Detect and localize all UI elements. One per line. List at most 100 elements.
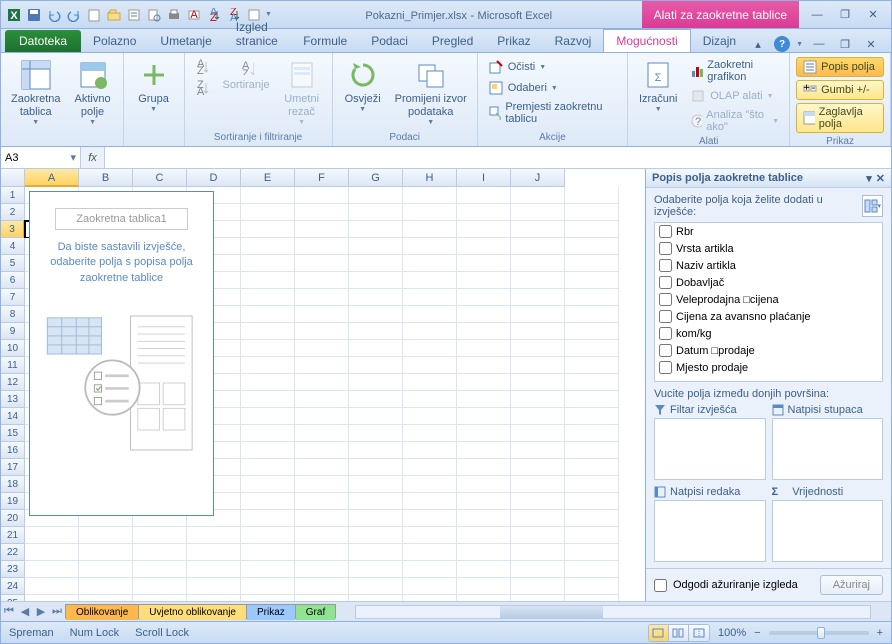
cell[interactable] (295, 425, 349, 442)
cell[interactable] (457, 544, 511, 561)
cell[interactable] (403, 272, 457, 289)
cell[interactable] (349, 561, 403, 578)
cell[interactable] (457, 187, 511, 204)
cell[interactable] (457, 255, 511, 272)
cell[interactable] (457, 204, 511, 221)
cell[interactable] (241, 544, 295, 561)
cell[interactable] (187, 578, 241, 595)
cell[interactable] (565, 510, 619, 527)
cell[interactable] (457, 425, 511, 442)
undo-icon[interactable] (45, 6, 63, 24)
cell[interactable] (295, 255, 349, 272)
cell[interactable] (565, 391, 619, 408)
move-pivot-button[interactable]: Premjesti zaokretnu tablicu (484, 99, 621, 127)
cell[interactable] (241, 255, 295, 272)
cell[interactable] (457, 221, 511, 238)
row-header[interactable]: 10 (1, 340, 25, 357)
cell[interactable] (565, 204, 619, 221)
field-item[interactable]: Mjesto prodaje (655, 359, 882, 376)
fx-icon[interactable]: fx (81, 147, 105, 168)
cell[interactable] (295, 238, 349, 255)
cell[interactable] (349, 459, 403, 476)
sort-asc-icon[interactable]: AZ (205, 6, 223, 24)
print-icon[interactable] (165, 6, 183, 24)
sheet-nav-prev[interactable]: ◀ (17, 604, 33, 620)
cell[interactable] (295, 221, 349, 238)
cell[interactable] (349, 323, 403, 340)
cell[interactable] (403, 561, 457, 578)
cell[interactable] (349, 442, 403, 459)
cell[interactable] (241, 391, 295, 408)
cell[interactable] (295, 357, 349, 374)
cell[interactable] (511, 561, 565, 578)
sort-button[interactable]: AZ Sortiranje (219, 57, 274, 93)
sheet-tab[interactable]: Prikaz (246, 604, 296, 620)
cell[interactable] (241, 340, 295, 357)
row-labels-zone[interactable] (654, 500, 766, 562)
page-break-view-button[interactable] (689, 625, 709, 641)
cell[interactable] (133, 578, 187, 595)
cell[interactable] (565, 221, 619, 238)
insert-slicer-button[interactable]: Umetni rezač▼ (278, 57, 326, 128)
cell[interactable] (241, 578, 295, 595)
col-header[interactable]: A (25, 169, 79, 187)
sheet-nav-first[interactable]: ⏮ (1, 604, 17, 620)
tab-dizajn[interactable]: Dizajn (691, 30, 748, 52)
row-header[interactable]: 3 (1, 221, 25, 238)
cell[interactable] (295, 561, 349, 578)
cell[interactable] (457, 510, 511, 527)
help-dropdown-icon[interactable]: ▼ (796, 41, 803, 48)
cell[interactable] (241, 561, 295, 578)
refresh-button[interactable]: Osvježi▼ (339, 57, 387, 115)
cell[interactable] (133, 527, 187, 544)
olap-tools-button[interactable]: OLAP alati ▼ (686, 86, 783, 106)
cell[interactable] (403, 544, 457, 561)
cell[interactable] (241, 323, 295, 340)
cell[interactable] (79, 527, 133, 544)
tab-umetanje[interactable]: Umetanje (148, 30, 223, 52)
cell[interactable] (241, 204, 295, 221)
change-source-button[interactable]: Promijeni izvor podataka▼ (391, 57, 471, 128)
cell[interactable] (241, 442, 295, 459)
cell[interactable] (457, 272, 511, 289)
cell[interactable] (565, 527, 619, 544)
zoom-slider[interactable] (769, 631, 869, 635)
field-checkbox[interactable] (659, 344, 672, 357)
cell[interactable] (349, 221, 403, 238)
buttons-toggle[interactable]: +-Gumbi +/- (796, 80, 884, 100)
qat-btn-1[interactable] (125, 6, 143, 24)
cell[interactable] (457, 561, 511, 578)
cell[interactable] (457, 391, 511, 408)
row-header[interactable]: 20 (1, 510, 25, 527)
zoom-out-button[interactable]: − (754, 627, 760, 639)
page-layout-view-button[interactable] (669, 625, 689, 641)
field-checkbox[interactable] (659, 242, 672, 255)
cell[interactable] (295, 374, 349, 391)
zoom-level[interactable]: 100% (718, 627, 746, 639)
col-header[interactable]: F (295, 169, 349, 187)
restore-button[interactable]: ❐ (835, 7, 855, 23)
cell[interactable] (511, 459, 565, 476)
cell[interactable] (403, 374, 457, 391)
row-header[interactable]: 23 (1, 561, 25, 578)
cell[interactable] (457, 289, 511, 306)
normal-view-button[interactable] (649, 625, 669, 641)
defer-update-checkbox[interactable] (654, 579, 667, 592)
column-labels-zone[interactable] (772, 418, 884, 480)
cell[interactable] (79, 578, 133, 595)
row-header[interactable]: 6 (1, 272, 25, 289)
field-checkbox[interactable] (659, 293, 672, 306)
field-checkbox[interactable] (659, 259, 672, 272)
workbook-close-icon[interactable]: ✕ (861, 36, 881, 52)
row-header[interactable]: 16 (1, 442, 25, 459)
row-header[interactable]: 19 (1, 493, 25, 510)
save-icon[interactable] (25, 6, 43, 24)
cell[interactable] (403, 527, 457, 544)
sheet-nav-next[interactable]: ▶ (33, 604, 49, 620)
cell[interactable] (565, 357, 619, 374)
cell[interactable] (241, 459, 295, 476)
col-header[interactable]: B (79, 169, 133, 187)
cell[interactable] (511, 408, 565, 425)
cell[interactable] (295, 527, 349, 544)
redo-icon[interactable] (65, 6, 83, 24)
